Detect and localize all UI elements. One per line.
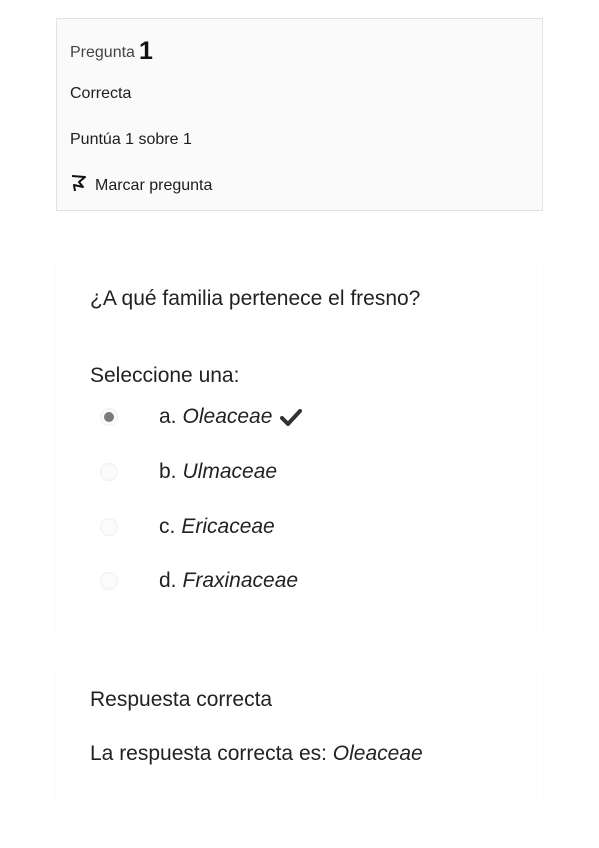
feedback-panel: Respuesta correcta La respuesta correcta… xyxy=(56,666,543,806)
question-info-panel: Pregunta 1 Correcta Puntúa 1 sobre 1 Marc… xyxy=(56,18,543,211)
radio-button-a[interactable] xyxy=(100,408,118,426)
correct-answer-line: La respuesta correcta es: Oleaceae xyxy=(90,742,423,766)
radio-button-d[interactable] xyxy=(100,572,118,590)
answer-option-b[interactable]: b. Ulmaceae xyxy=(100,457,277,487)
question-label: Pregunta xyxy=(70,44,135,61)
flag-question-link[interactable]: Marcar pregunta xyxy=(70,174,212,197)
answer-option-c[interactable]: c. Ericaceae xyxy=(100,512,275,542)
flag-label: Marcar pregunta xyxy=(95,176,213,194)
feedback-result: Respuesta correcta xyxy=(90,688,273,711)
radio-button-b[interactable] xyxy=(100,463,118,481)
checkmark-icon xyxy=(280,408,303,426)
question-state: Correcta xyxy=(70,85,132,102)
answer-letter: b. xyxy=(159,460,177,483)
answer-text: Oleaceae xyxy=(182,405,273,428)
radio-button-c[interactable] xyxy=(100,518,118,536)
answer-text: Ulmaceae xyxy=(182,460,278,483)
question-text: ¿A qué familia pertenece el fresno? xyxy=(90,287,421,310)
correct-answer-prefix: La respuesta correcta es: xyxy=(90,742,333,765)
answer-letter: d. xyxy=(159,569,177,592)
correct-answer-value: Oleaceae xyxy=(332,742,423,765)
answer-letter: a. xyxy=(159,405,177,428)
answer-text: Ericaceae xyxy=(181,515,275,538)
question-title: Pregunta 1 xyxy=(70,37,153,66)
question-number: 1 xyxy=(138,37,153,65)
answer-prompt: Seleccione una: xyxy=(90,364,240,387)
question-grade: Puntúa 1 sobre 1 xyxy=(70,131,192,148)
question-content: ¿A qué familia pertenece el fresno? Sele… xyxy=(56,260,543,634)
answer-option-d[interactable]: d. Fraxinaceae xyxy=(100,566,298,596)
answer-option-a[interactable]: a. Oleaceae xyxy=(100,402,303,432)
answer-text: Fraxinaceae xyxy=(182,569,299,592)
flag-icon xyxy=(70,174,95,197)
answer-letter: c. xyxy=(159,515,176,538)
